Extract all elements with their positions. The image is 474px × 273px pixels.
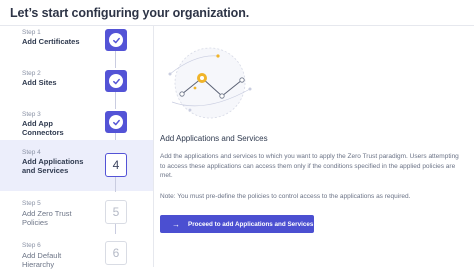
button-label: Proceed to add Applications and Services: [188, 220, 314, 228]
step-label: Add App Connectors: [22, 119, 64, 137]
section-note: Note: You must pre-define the policies t…: [160, 193, 411, 200]
step-number: Step 1: [22, 29, 41, 36]
page-header: Let’s start configuring your organizatio…: [0, 0, 474, 26]
step-complete-badge: [105, 111, 127, 133]
setup-steps-sidebar: Step 1 Add Certificates Step 2 Add Sites…: [0, 26, 154, 269]
check-icon: [112, 78, 120, 84]
proceed-to-add-applications-button[interactable]: → Proceed to add Applications and Servic…: [160, 215, 314, 233]
page-title: Let’s start configuring your organizatio…: [10, 6, 250, 20]
step-number: Step 2: [22, 70, 41, 77]
check-icon: [112, 37, 120, 43]
step-connector: [115, 133, 116, 140]
step-1[interactable]: Step 1 Add Certificates: [0, 26, 153, 67]
step-number: Step 5: [22, 200, 41, 207]
step-5[interactable]: Step 5 Add Zero Trust Policies 5: [0, 191, 153, 232]
arrow-right-icon: →: [172, 219, 180, 229]
step-connector: [115, 92, 116, 109]
section-description: Add the applications and services to whi…: [160, 153, 459, 179]
step-pending-badge: 5: [105, 200, 127, 224]
step-number: Step 6: [22, 242, 41, 249]
step-label: Add Sites: [22, 78, 57, 87]
step-number: Step 4: [22, 149, 41, 156]
step-label: Add Default Hierarchy: [22, 251, 62, 269]
step-connector: [115, 51, 116, 68]
step-current-badge: 4: [105, 153, 127, 177]
step-complete-badge: [105, 29, 127, 51]
step-label: Add Applications and Services: [22, 157, 84, 175]
step-label: Add Zero Trust Policies: [22, 209, 72, 227]
check-icon: [112, 119, 120, 125]
step-pending-badge: 6: [105, 241, 127, 265]
network-apps-illustration: [168, 47, 252, 119]
step-connector: [115, 177, 116, 192]
step-number: Step 3: [22, 111, 41, 118]
step-2[interactable]: Step 2 Add Sites: [0, 67, 153, 108]
step-4[interactable]: Step 4 Add Applications and Services 4: [0, 140, 153, 191]
step-label: Add Certificates: [22, 37, 80, 46]
section-title: Add Applications and Services: [160, 134, 268, 143]
step-complete-badge: [105, 70, 127, 92]
